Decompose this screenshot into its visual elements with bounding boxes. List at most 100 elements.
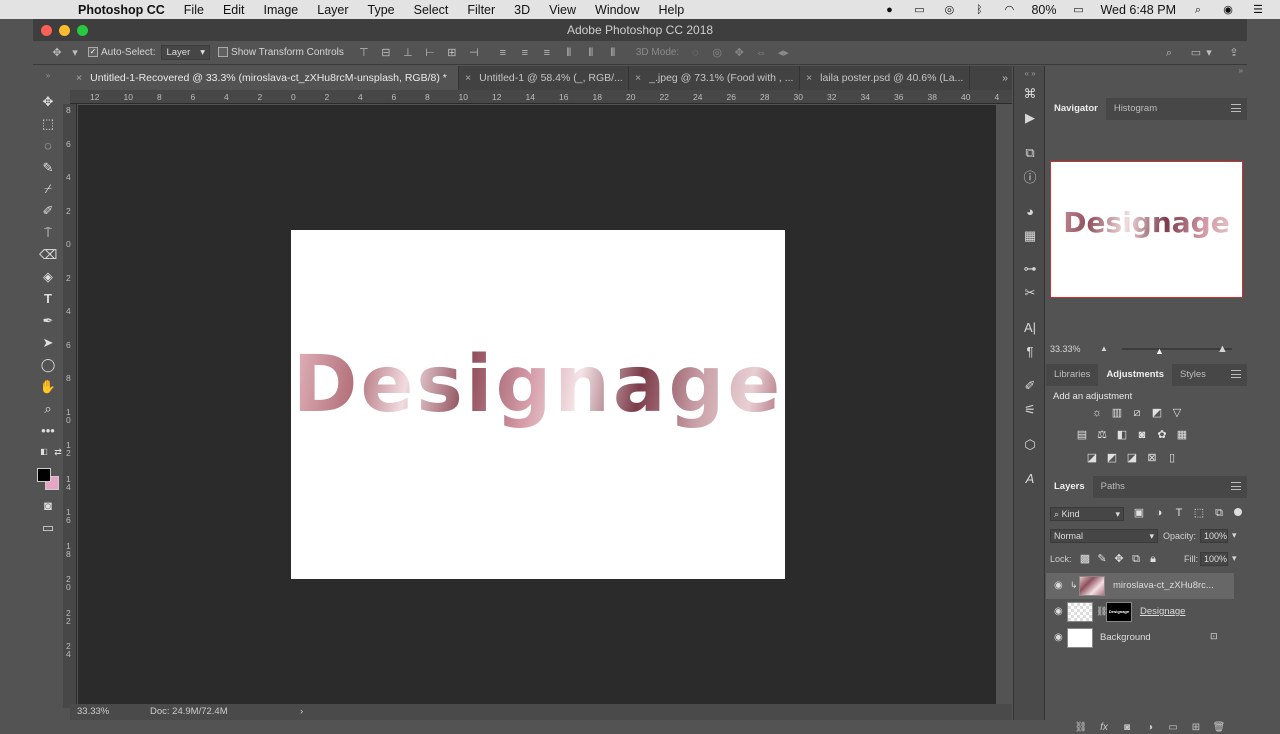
character-icon[interactable]: A|	[1022, 320, 1038, 336]
menu-window[interactable]: Window	[595, 3, 639, 17]
chevron-down-icon[interactable]: ▾	[1205, 46, 1213, 60]
selective-color-icon[interactable]: ⊠	[1145, 452, 1159, 465]
threshold-icon[interactable]: ◪	[1125, 452, 1139, 465]
tab-navigator[interactable]: Navigator	[1046, 98, 1106, 120]
swatches-grid-icon[interactable]: ▦	[1022, 228, 1038, 244]
properties-icon[interactable]: ⧉	[1022, 145, 1038, 161]
eye-icon[interactable]: ◉	[1054, 580, 1063, 591]
blend-mode-dropdown[interactable]: Normal ▾	[1050, 529, 1158, 543]
menu-filter[interactable]: Filter	[467, 3, 495, 17]
quick-mask-icon[interactable]: ◙	[39, 498, 57, 514]
info-icon[interactable]: ⓘ	[1022, 170, 1038, 186]
eye-icon[interactable]: ◉	[1054, 632, 1063, 643]
canvas-area[interactable]: Designage	[78, 105, 996, 708]
menu-layer[interactable]: Layer	[317, 3, 348, 17]
tab-paths[interactable]: Paths	[1093, 476, 1133, 498]
tab-libraries[interactable]: Libraries	[1046, 364, 1098, 386]
channel-mixer-icon[interactable]: ✿	[1155, 429, 1169, 442]
layer-name[interactable]: Designage	[1140, 606, 1185, 617]
align-right-icon[interactable]: ⊣	[466, 46, 482, 60]
3d-roll-icon[interactable]: ◎	[709, 46, 725, 60]
add-mask-icon[interactable]: ◙	[1120, 722, 1134, 734]
layer-thumbnail[interactable]	[1067, 628, 1093, 648]
chevron-down-icon[interactable]: ▾	[1232, 553, 1237, 564]
move-tool-icon[interactable]: ✥	[39, 94, 57, 110]
screen-mode-icon[interactable]: ▭	[39, 520, 57, 536]
align-left-icon[interactable]: ⊢	[422, 46, 438, 60]
brightness-contrast-icon[interactable]: ☼	[1090, 407, 1104, 420]
eyedropper-tool-icon[interactable]: ⌿	[39, 181, 57, 197]
horizontal-ruler[interactable]: 12 10 8 6 4 2 0 2 4 6 8 10 12 14 16 18 20 22 24 26 28 30 32 34 3…	[70, 90, 1012, 104]
zoom-out-icon[interactable]: ▲	[1100, 344, 1108, 353]
3d-cube-icon[interactable]: ⬡	[1022, 437, 1038, 453]
spotlight-search-icon[interactable]: ⌕	[1190, 4, 1206, 16]
tab-untitled-1[interactable]: × Untitled-1 @ 58.4% (_, RGB/...	[459, 66, 629, 90]
notification-center-icon[interactable]: ☰	[1250, 4, 1266, 16]
wifi-icon[interactable]: ◠	[1001, 4, 1017, 16]
share-icon[interactable]: ⇪	[1226, 46, 1242, 60]
curves-icon[interactable]: ⧄	[1130, 407, 1144, 420]
brush-tool-icon[interactable]: ✐	[39, 203, 57, 219]
3d-slide-icon[interactable]: ⇔	[753, 46, 769, 60]
lock-pixels-icon[interactable]: ✎	[1095, 553, 1109, 566]
filter-smart-object-icon[interactable]: ⧉	[1212, 507, 1226, 520]
layer-thumbnail[interactable]	[1079, 576, 1105, 596]
filter-type-icon[interactable]: T	[1172, 507, 1186, 520]
layer-row-photo[interactable]: ◉ ↳ miroslava-ct_zXHu8rc...	[1046, 573, 1234, 599]
status-zoom[interactable]: 33.33%	[77, 704, 109, 720]
paragraph-icon[interactable]: ¶	[1022, 344, 1038, 360]
align-vcenter-icon[interactable]: ⊟	[378, 46, 394, 60]
panel-menu-icon[interactable]	[1231, 104, 1241, 112]
distribute-bottom-icon[interactable]: ≡	[539, 46, 555, 60]
minimize-window-button[interactable]	[59, 25, 70, 36]
distribute-right-icon[interactable]: ⫴	[605, 46, 621, 60]
adjust-sliders-icon[interactable]: ⚟	[1022, 402, 1038, 418]
status-doc-size[interactable]: Doc: 24.9M/72.4M	[150, 704, 228, 720]
history-icon[interactable]: ⌘	[1022, 86, 1038, 102]
navigator-zoom-slider-handle[interactable]: ▲	[1155, 346, 1164, 356]
eraser-tool-icon[interactable]: ⌫	[39, 247, 57, 263]
tab-styles[interactable]: Styles	[1172, 364, 1214, 386]
tab-adjustments[interactable]: Adjustments	[1098, 364, 1172, 386]
vibrance-icon[interactable]: ▽	[1170, 407, 1184, 420]
distribute-vcenter-icon[interactable]: ≡	[517, 46, 533, 60]
chevron-right-icon[interactable]: ›	[300, 704, 303, 720]
tool-presets-icon[interactable]: ✂	[1022, 285, 1038, 301]
zoom-in-icon[interactable]: ▲	[1217, 343, 1228, 355]
align-bottom-icon[interactable]: ⊥	[400, 46, 416, 60]
bluetooth-icon[interactable]: ᛒ	[971, 4, 987, 16]
eye-icon[interactable]: ◉	[1054, 606, 1063, 617]
close-tab-icon[interactable]: ×	[465, 72, 471, 84]
fill-field[interactable]: 100%	[1200, 552, 1228, 566]
tab-histogram[interactable]: Histogram	[1106, 98, 1165, 120]
color-lookup-icon[interactable]: ▦	[1175, 429, 1189, 442]
filter-pixel-icon[interactable]: ▣	[1132, 507, 1146, 520]
path-selection-tool-icon[interactable]: ➤	[39, 335, 57, 351]
battery-icon[interactable]: ▭	[1070, 4, 1086, 16]
collapse-panels-icon[interactable]: « »	[1022, 66, 1038, 82]
clone-stamp-tool-icon[interactable]: ⍑	[39, 225, 57, 241]
move-tool-preset-icon[interactable]: ✥	[49, 46, 65, 60]
close-tab-icon[interactable]: ×	[806, 72, 812, 84]
navigator-zoom-value[interactable]: 33.33%	[1050, 344, 1081, 354]
close-tab-icon[interactable]: ×	[635, 72, 641, 84]
clock[interactable]: Wed 6:48 PM	[1100, 3, 1176, 17]
menu-3d[interactable]: 3D	[514, 3, 530, 17]
document-canvas[interactable]: Designage	[291, 230, 785, 579]
tab-laila-poster[interactable]: × laila poster.psd @ 40.6% (La...	[800, 66, 970, 90]
siri-icon[interactable]: ◉	[1220, 4, 1236, 16]
auto-select-checkbox[interactable]: ✓	[88, 47, 101, 58]
lock-all-icon[interactable]: 🔒︎	[1146, 553, 1160, 566]
type-tool-icon[interactable]: T	[39, 291, 57, 307]
navigator-preview[interactable]: Designage	[1050, 161, 1243, 298]
layer-row-background[interactable]: ◉ Background ⊡	[1046, 625, 1234, 651]
lock-transparent-icon[interactable]: ▩	[1078, 553, 1092, 566]
gradient-map-icon[interactable]: ▯	[1165, 452, 1179, 465]
tab-untitled-1-recovered[interactable]: × Untitled-1-Recovered @ 33.3% (miroslava…	[70, 66, 459, 90]
new-adjustment-layer-icon[interactable]: ◑	[1143, 722, 1157, 734]
quick-selection-tool-icon[interactable]: ✎	[39, 160, 57, 176]
photo-filter-icon[interactable]: ◙	[1135, 429, 1149, 442]
menu-help[interactable]: Help	[659, 3, 685, 17]
color-palette-icon[interactable]: ◕	[1022, 204, 1038, 220]
search-icon[interactable]: ⌕	[1161, 46, 1177, 60]
